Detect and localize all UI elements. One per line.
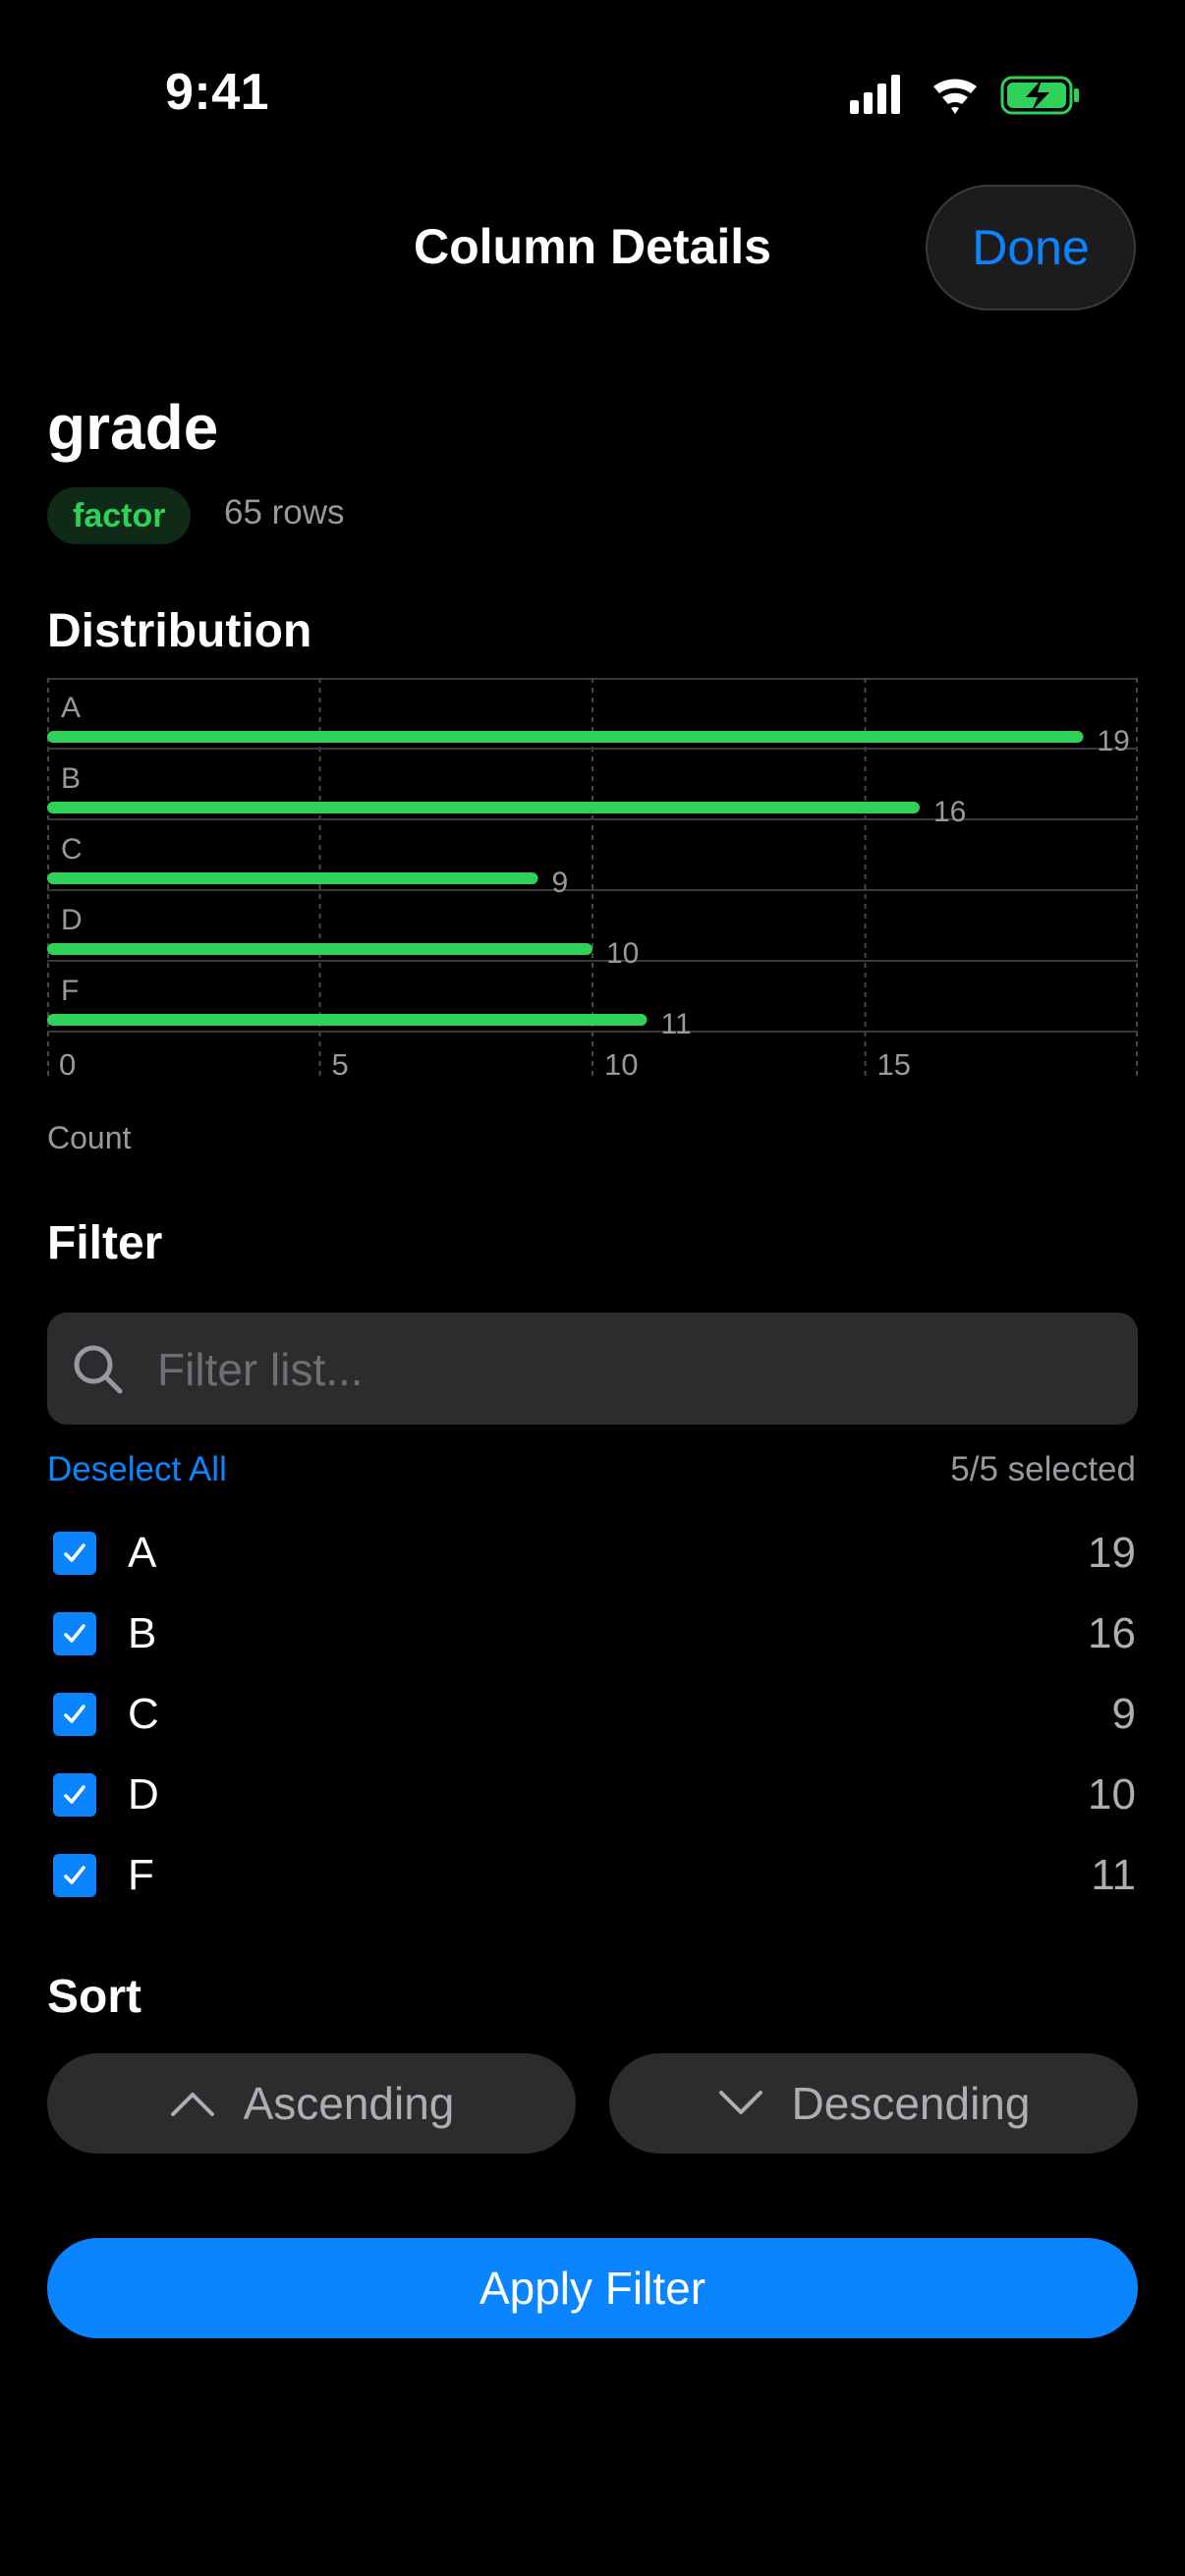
filter-item-count: 10 (1088, 1770, 1136, 1819)
done-button[interactable]: Done (926, 185, 1136, 310)
x-tick-label: 10 (604, 1047, 638, 1082)
deselect-all-button[interactable]: Deselect All (47, 1450, 227, 1489)
checkbox-checked-icon[interactable] (53, 1693, 96, 1736)
checkbox-checked-icon[interactable] (53, 1773, 96, 1817)
sort-ascending-button[interactable]: Ascending (47, 2053, 576, 2154)
bar-value-label: 9 (552, 867, 569, 899)
category-label: A (61, 692, 81, 724)
filter-item-a[interactable]: A 19 (47, 1513, 1138, 1594)
filter-item-f[interactable]: F 11 (47, 1835, 1138, 1916)
bar (47, 872, 538, 884)
search-input[interactable] (155, 1313, 1102, 1427)
selected-count: 5/5 selected (950, 1450, 1136, 1488)
sort-descending-button[interactable]: Descending (609, 2053, 1138, 2154)
category-label: D (61, 904, 83, 936)
filter-item-b[interactable]: B 16 (47, 1594, 1138, 1674)
bar (47, 802, 920, 813)
filter-item-label: C (128, 1690, 159, 1738)
chevron-down-icon (718, 2091, 762, 2114)
status-icons (850, 75, 1079, 115)
checkbox-checked-icon[interactable] (53, 1532, 96, 1575)
checkbox-checked-icon[interactable] (53, 1854, 96, 1897)
filter-item-count: 19 (1088, 1529, 1136, 1577)
x-axis-label: Count (47, 1120, 132, 1155)
distribution-title: Distribution (47, 605, 312, 657)
apply-filter-button[interactable]: Apply Filter (47, 2238, 1138, 2338)
sort-descending-label: Descending (791, 2078, 1031, 2129)
x-tick-label: 5 (332, 1047, 349, 1082)
row-count: 65 rows (224, 493, 345, 532)
search-icon (74, 1345, 123, 1394)
wifi-icon (933, 79, 977, 114)
bar-value-label: 11 (661, 1008, 692, 1040)
status-time: 9:41 (165, 64, 270, 121)
filter-item-count: 16 (1088, 1609, 1136, 1657)
bar (47, 943, 592, 955)
bar (47, 1014, 648, 1026)
filter-item-count: 9 (1111, 1690, 1136, 1738)
x-tick-label: 15 (877, 1047, 911, 1082)
bar-value-label: 19 (1098, 725, 1130, 757)
bar-value-label: 10 (606, 937, 639, 970)
cellular-signal-icon (850, 75, 900, 114)
filter-title: Filter (47, 1217, 163, 1269)
chevron-up-icon (170, 2093, 214, 2116)
sort-ascending-label: Ascending (243, 2078, 455, 2129)
filter-item-count: 11 (1091, 1851, 1136, 1899)
filter-item-label: D (128, 1770, 159, 1819)
battery-charging-icon (1000, 76, 1079, 115)
filter-item-label: B (128, 1609, 157, 1657)
category-label: B (61, 762, 81, 795)
filter-item-c[interactable]: C 9 (47, 1674, 1138, 1755)
filter-list: A 19 B 16 C 9 D 10 F 11 (47, 1513, 1138, 1916)
bar-value-label: 16 (933, 796, 966, 828)
search-field[interactable] (47, 1313, 1138, 1427)
sort-title: Sort (47, 1971, 141, 2023)
type-badge: factor (47, 487, 192, 544)
column-name: grade (47, 392, 219, 463)
filter-item-label: A (128, 1529, 157, 1577)
filter-item-label: F (128, 1851, 154, 1899)
checkbox-checked-icon[interactable] (53, 1612, 96, 1655)
bar (47, 731, 1084, 743)
filter-item-d[interactable]: D 10 (47, 1755, 1138, 1835)
x-tick-label: 0 (59, 1047, 76, 1082)
distribution-chart: A 19 B 16 C 9 D 10 F 11 0 5 10 15 (47, 678, 1138, 1082)
category-label: F (61, 975, 79, 1007)
category-label: C (61, 833, 83, 866)
